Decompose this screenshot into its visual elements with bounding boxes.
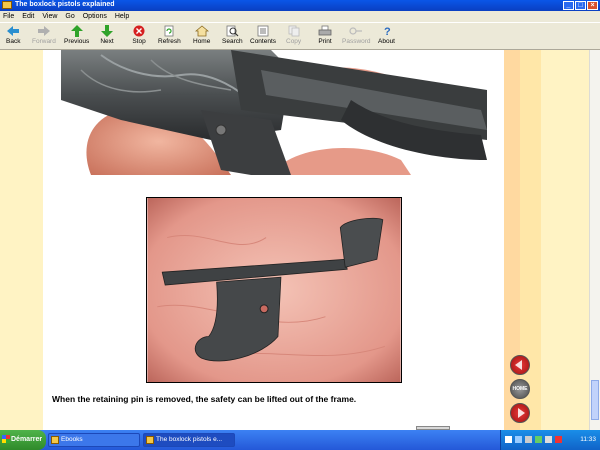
language-icon[interactable] bbox=[505, 436, 512, 443]
previous-button[interactable]: Previous bbox=[64, 25, 89, 45]
app-icon bbox=[2, 1, 12, 9]
menu-go[interactable]: Go bbox=[65, 13, 74, 20]
clock: 11:33 bbox=[580, 436, 596, 443]
menu-file[interactable]: File bbox=[3, 13, 14, 20]
copy-icon bbox=[287, 25, 301, 37]
taskbar-item-ebooks[interactable]: Ebooks bbox=[48, 433, 140, 447]
key-icon bbox=[349, 25, 363, 37]
page-content: When the retaining pin is removed, the s… bbox=[0, 50, 600, 430]
toolbar: Back Forward Previous Next Stop Refresh … bbox=[0, 22, 600, 50]
contents-button[interactable]: Contents bbox=[250, 25, 276, 45]
windows-flag-icon bbox=[2, 435, 10, 443]
refresh-icon bbox=[162, 25, 176, 37]
tray-icon-5[interactable] bbox=[555, 436, 562, 443]
title-bar: The boxlock pistols explained _ □ × bbox=[0, 0, 600, 11]
maximize-button[interactable]: □ bbox=[575, 1, 586, 10]
next-button[interactable]: Next bbox=[100, 25, 114, 45]
svg-text:?: ? bbox=[384, 26, 391, 37]
menu-edit[interactable]: Edit bbox=[22, 13, 34, 20]
back-arrow-icon bbox=[6, 25, 20, 37]
home-page-button[interactable]: HOME bbox=[510, 379, 530, 399]
system-tray: 11:33 bbox=[500, 430, 600, 450]
minimize-button[interactable]: _ bbox=[563, 1, 574, 10]
start-button[interactable]: Démarrer bbox=[0, 430, 46, 450]
taskbar-item-boxlock[interactable]: The boxlock pistols e... bbox=[143, 433, 235, 447]
menu-help[interactable]: Help bbox=[115, 13, 129, 20]
folder-icon bbox=[51, 436, 59, 444]
tray-icon-4[interactable] bbox=[545, 436, 552, 443]
search-button[interactable]: Search bbox=[222, 25, 243, 45]
refresh-button[interactable]: Refresh bbox=[158, 25, 181, 45]
home-icon bbox=[194, 25, 209, 37]
close-button[interactable]: × bbox=[587, 1, 598, 10]
next-page-button[interactable] bbox=[510, 403, 530, 423]
safety-part-photo bbox=[146, 197, 402, 383]
app-icon bbox=[146, 436, 154, 444]
photo-caption: When the retaining pin is removed, the s… bbox=[52, 394, 357, 404]
previous-page-button[interactable] bbox=[510, 355, 530, 375]
about-button[interactable]: ? About bbox=[378, 25, 395, 45]
forward-button[interactable]: Forward bbox=[32, 25, 56, 45]
print-button[interactable]: Print bbox=[318, 25, 332, 45]
search-icon bbox=[225, 25, 239, 37]
right-arrow-icon bbox=[518, 408, 525, 418]
menu-view[interactable]: View bbox=[42, 13, 57, 20]
window-title: The boxlock pistols explained bbox=[15, 1, 115, 8]
vertical-scrollbar[interactable] bbox=[589, 50, 600, 430]
taskbar: Démarrer Ebooks The boxlock pistols e...… bbox=[0, 430, 600, 450]
left-arrow-icon bbox=[515, 360, 522, 370]
password-button[interactable]: Password bbox=[342, 25, 371, 45]
back-button[interactable]: Back bbox=[6, 25, 20, 45]
stop-icon bbox=[132, 25, 146, 37]
menu-options[interactable]: Options bbox=[83, 13, 107, 20]
menu-bar: File Edit View Go Options Help bbox=[0, 11, 600, 22]
printer-icon bbox=[318, 25, 332, 37]
copy-button[interactable]: Copy bbox=[286, 25, 301, 45]
home-button[interactable]: Home bbox=[193, 25, 210, 45]
forward-arrow-icon bbox=[37, 25, 51, 37]
contents-icon bbox=[256, 25, 270, 37]
down-arrow-icon bbox=[100, 25, 114, 37]
about-icon: ? bbox=[380, 25, 394, 38]
up-arrow-icon bbox=[70, 25, 84, 37]
tray-icon-2[interactable] bbox=[525, 436, 532, 443]
tray-icon-1[interactable] bbox=[515, 436, 522, 443]
boxlock-pistol-photo bbox=[61, 50, 487, 175]
scrollbar-thumb[interactable] bbox=[591, 380, 599, 420]
tray-icon-3[interactable] bbox=[535, 436, 542, 443]
stop-button[interactable]: Stop bbox=[132, 25, 146, 45]
home-label: HOME bbox=[512, 386, 528, 392]
left-page-stripe bbox=[0, 50, 43, 430]
right-page-stripe-outer bbox=[541, 50, 589, 430]
